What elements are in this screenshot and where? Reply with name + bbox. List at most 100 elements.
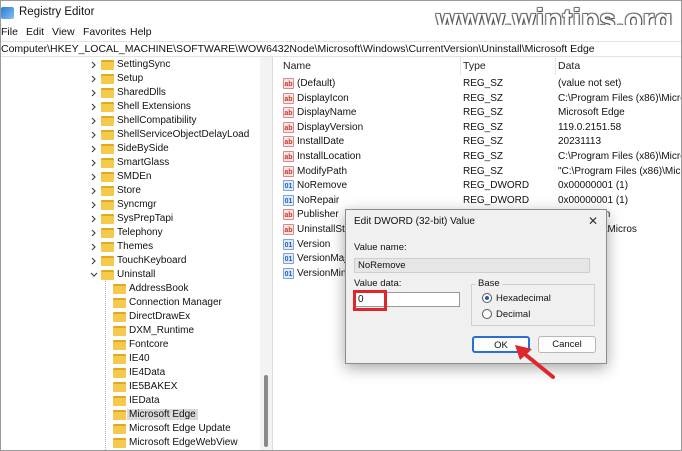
- tree-item[interactable]: Shell Extensions: [89, 100, 260, 114]
- tree-item[interactable]: IE5BAKEX: [101, 380, 260, 394]
- value-type: REG_SZ: [463, 151, 504, 162]
- chevron-right-icon[interactable]: [89, 256, 99, 266]
- binary-value-icon: 01: [283, 238, 294, 250]
- tree-item-label: IEData: [129, 395, 160, 406]
- chevron-right-icon[interactable]: [89, 158, 99, 168]
- menu-edit[interactable]: Edit: [26, 26, 44, 38]
- value-row[interactable]: 01 NoRemove REG_DWORD 0x00000001 (1): [277, 178, 681, 193]
- tree-item-label: Syncmgr: [117, 199, 157, 210]
- column-header-data[interactable]: Data: [558, 57, 681, 75]
- close-icon[interactable]: ✕: [588, 214, 598, 228]
- chevron-down-icon[interactable]: [89, 270, 99, 280]
- tree-item[interactable]: TouchKeyboard: [89, 254, 260, 268]
- tree-item[interactable]: Microsoft Edge: [101, 408, 260, 422]
- tree-item[interactable]: Fontcore: [101, 338, 260, 352]
- chevron-right-icon[interactable]: [89, 228, 99, 238]
- tree-item[interactable]: IEData: [101, 394, 260, 408]
- tree-item[interactable]: IE40: [101, 352, 260, 366]
- folder-icon: [113, 438, 126, 448]
- tree-item-label: Telephony: [117, 227, 163, 238]
- registry-editor-icon: [1, 7, 14, 19]
- menu-favorites[interactable]: Favorites: [83, 26, 126, 38]
- tree-item-label: IE5BAKEX: [129, 381, 178, 392]
- title-bar: Registry Editor www.wintips.org: [1, 1, 681, 36]
- value-row[interactable]: ab DisplayIcon REG_SZ C:\Program Files (x86…: [277, 91, 681, 106]
- tree-item[interactable]: IE4Data: [101, 366, 260, 380]
- chevron-right-icon[interactable]: [89, 186, 99, 196]
- hexadecimal-label[interactable]: Hexadecimal: [496, 293, 551, 304]
- address-bar[interactable]: Computer\HKEY_LOCAL_MACHINE\SOFTWARE\WOW…: [1, 41, 681, 57]
- folder-icon: [101, 144, 114, 154]
- tree-scrollbar-thumb[interactable]: [264, 375, 268, 447]
- chevron-right-icon[interactable]: [89, 144, 99, 154]
- value-name: VersionMino: [297, 267, 353, 279]
- tree-item-label: ShellServiceObjectDelayLoad: [117, 129, 250, 140]
- tree-item[interactable]: Microsoft Edge Update: [101, 422, 260, 436]
- tree-scrollbar[interactable]: [260, 57, 272, 450]
- binary-value-icon: 01: [283, 194, 294, 206]
- string-value-icon: ab: [283, 92, 294, 104]
- string-value-icon: ab: [283, 121, 294, 133]
- value-row[interactable]: 01 NoRepair REG_DWORD 0x00000001 (1): [277, 193, 681, 208]
- value-row[interactable]: ab DisplayVersion REG_SZ 119.0.2151.58: [277, 120, 681, 135]
- folder-icon: [101, 60, 114, 70]
- chevron-right-icon[interactable]: [89, 214, 99, 224]
- decimal-radio[interactable]: [482, 309, 492, 319]
- tree-item[interactable]: Themes: [89, 240, 260, 254]
- address-path[interactable]: Computer\HKEY_LOCAL_MACHINE\SOFTWARE\WOW…: [1, 43, 595, 55]
- tree-item[interactable]: Store: [89, 184, 260, 198]
- value-name-label: Value name:: [354, 242, 407, 253]
- tree-item[interactable]: Setup: [89, 72, 260, 86]
- value-name: DisplayVersion: [297, 121, 364, 133]
- hexadecimal-radio[interactable]: [482, 293, 492, 303]
- folder-icon: [113, 298, 126, 308]
- value-name: ModifyPath: [297, 165, 348, 177]
- value-data: 0x00000001 (1): [558, 194, 629, 206]
- tree-item[interactable]: AddressBook: [101, 282, 260, 296]
- tree-item[interactable]: Uninstall: [89, 268, 260, 282]
- chevron-right-icon[interactable]: [89, 88, 99, 98]
- tree-item[interactable]: SysPrepTapi: [89, 212, 260, 226]
- value-type: REG_SZ: [463, 165, 504, 177]
- column-header-type[interactable]: Type: [463, 57, 556, 75]
- menu-view[interactable]: View: [52, 26, 75, 38]
- chevron-right-icon[interactable]: [89, 116, 99, 126]
- chevron-right-icon[interactable]: [89, 102, 99, 112]
- menu-bar: File Edit View Favorites Help: [1, 25, 681, 41]
- tree-item[interactable]: SettingSync: [89, 58, 260, 72]
- tree-item-label: IE40: [129, 353, 150, 364]
- tree-item[interactable]: Microsoft EdgeWebView: [101, 436, 260, 450]
- chevron-right-icon[interactable]: [89, 74, 99, 84]
- column-header-name[interactable]: Name: [283, 57, 461, 75]
- tree-item[interactable]: SideBySide: [89, 142, 260, 156]
- string-value-icon: ab: [283, 136, 294, 148]
- tree-item[interactable]: DirectDrawEx: [101, 310, 260, 324]
- chevron-right-icon[interactable]: [89, 172, 99, 182]
- tree-item[interactable]: DXM_Runtime: [101, 324, 260, 338]
- key-tree[interactable]: SettingSync Setup SharedDlls Shell Extensio…: [1, 57, 272, 450]
- chevron-right-icon[interactable]: [89, 60, 99, 70]
- folder-icon: [101, 200, 114, 210]
- decimal-label[interactable]: Decimal: [496, 309, 530, 320]
- menu-file[interactable]: File: [1, 26, 18, 38]
- menu-help[interactable]: Help: [130, 26, 152, 38]
- chevron-right-icon[interactable]: [89, 200, 99, 210]
- tree-item[interactable]: ShellCompatibility: [89, 114, 260, 128]
- value-row[interactable]: ab (Default) REG_SZ (value not set): [277, 76, 681, 91]
- value-row[interactable]: ab InstallLocation REG_SZ C:\Program Files …: [277, 149, 681, 164]
- folder-icon: [101, 186, 114, 196]
- folder-icon: [101, 242, 114, 252]
- value-row[interactable]: ab DisplayName REG_SZ Microsoft Edge: [277, 105, 681, 120]
- chevron-right-icon[interactable]: [89, 242, 99, 252]
- value-row[interactable]: ab ModifyPath REG_SZ "C:\Program Files (x86…: [277, 164, 681, 179]
- chevron-right-icon[interactable]: [89, 130, 99, 140]
- tree-item[interactable]: ShellServiceObjectDelayLoad: [89, 128, 260, 142]
- tree-item[interactable]: SmartGlass: [89, 156, 260, 170]
- tree-item[interactable]: SharedDlls: [89, 86, 260, 100]
- tree-item[interactable]: Telephony: [89, 226, 260, 240]
- tree-item[interactable]: Syncmgr: [89, 198, 260, 212]
- value-row[interactable]: ab InstallDate REG_SZ 20231113: [277, 134, 681, 149]
- value-data: 20231113: [558, 136, 602, 148]
- tree-item[interactable]: SMDEn: [89, 170, 260, 184]
- tree-item[interactable]: Connection Manager: [101, 296, 260, 310]
